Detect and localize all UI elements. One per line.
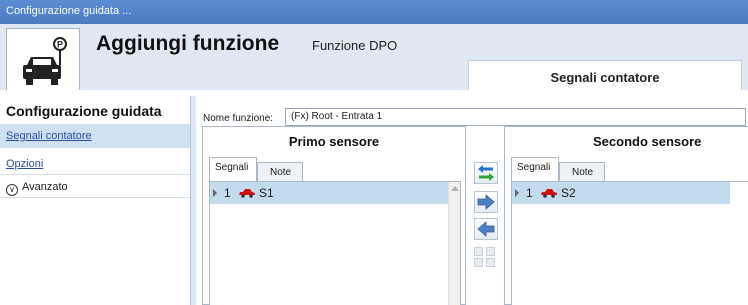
list-item[interactable]: 1 S2 (512, 182, 730, 204)
first-sensor-title: Primo sensore (288, 134, 380, 149)
second-sensor-panel: Secondo sensore Segnali Note 1 S2 (504, 126, 748, 305)
move-down-icon[interactable] (486, 258, 495, 267)
arrow-right-icon (477, 194, 495, 210)
sidebar-item-avanzato[interactable]: ∨ Avanzato (0, 174, 190, 198)
move-up-icon[interactable] (474, 247, 483, 256)
svg-text:P: P (57, 40, 63, 50)
sidebar-item-segnali-contatore[interactable]: Segnali contatore (0, 124, 190, 148)
page-subtitle: Funzione DPO (312, 38, 398, 53)
row-index: 1 (526, 186, 533, 200)
first-sensor-signal-list: 1 S1 (209, 181, 461, 305)
second-sensor-title: Secondo sensore (593, 134, 702, 149)
arrow-left-icon (477, 221, 495, 237)
row-indicator-icon (515, 189, 519, 197)
signal-name: S1 (259, 186, 274, 200)
sidebar: Configurazione guidata Segnali contatore… (0, 96, 191, 305)
swap-arrows-icon (478, 165, 494, 181)
list-item[interactable]: 1 S1 (210, 182, 448, 204)
tab-segnali-contatore[interactable]: Segnali contatore (468, 60, 742, 90)
tab-segnali[interactable]: Segnali (209, 157, 257, 181)
car-icon (239, 189, 256, 198)
sidebar-title: Configurazione guidata (6, 103, 162, 119)
parking-car-icon: P (6, 28, 80, 94)
car-icon (541, 189, 558, 198)
main-content: Nome funzione: (Fx) Root - Entrata 1 Pri… (196, 96, 748, 305)
move-left-button[interactable] (474, 218, 498, 240)
function-name-label: Nome funzione: (203, 113, 274, 124)
swap-button[interactable] (474, 162, 498, 184)
function-name-input[interactable]: (Fx) Root - Entrata 1 (285, 108, 746, 126)
tab-segnali[interactable]: Segnali (511, 157, 559, 181)
sidebar-item-label: Opzioni (6, 158, 44, 170)
row-index: 1 (224, 186, 231, 200)
signal-name: S2 (561, 186, 576, 200)
page-title: Aggiungi funzione (96, 32, 280, 55)
move-up-icon[interactable] (486, 247, 495, 256)
window-title: Configurazione guidata ... (0, 0, 748, 24)
chevron-down-circle-icon: ∨ (6, 184, 18, 196)
first-sensor-panel: Primo sensore Segnali Note 1 S1 (202, 126, 466, 305)
sidebar-item-label: Segnali contatore (6, 130, 92, 142)
tab-note[interactable]: Note (257, 162, 303, 181)
move-right-button[interactable] (474, 191, 498, 213)
row-indicator-icon (213, 189, 217, 197)
move-down-icon[interactable] (474, 258, 483, 267)
sidebar-item-label: Avanzato (22, 181, 68, 193)
scrollbar[interactable] (448, 182, 460, 305)
sidebar-item-opzioni[interactable]: Opzioni (0, 152, 190, 176)
scroll-up-icon[interactable] (451, 186, 459, 191)
header: P Aggiungi funzione Funzione DPO Segnali… (0, 24, 748, 96)
second-sensor-signal-list: 1 S2 (511, 181, 748, 305)
tab-note[interactable]: Note (559, 162, 605, 181)
